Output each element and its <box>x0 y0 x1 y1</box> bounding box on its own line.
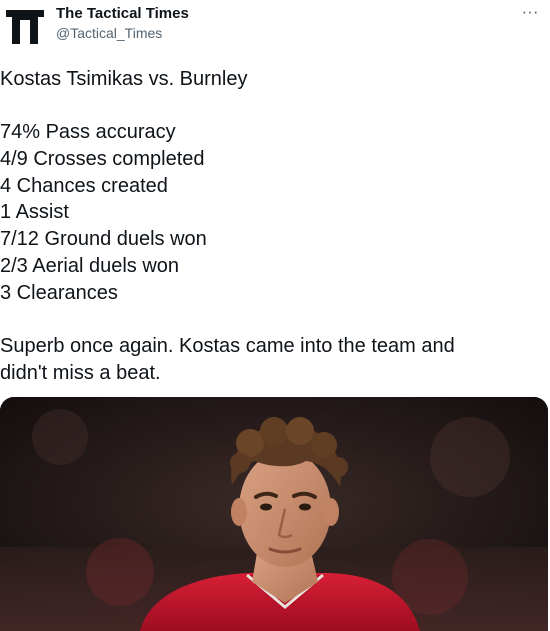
tweet-text: Kostas Tsimikas vs. Burnley 74% Pass acc… <box>0 66 548 386</box>
tweet-line-title: Kostas Tsimikas vs. Burnley <box>0 68 248 90</box>
tt-logo-icon[interactable] <box>4 4 46 46</box>
tweet-line-comment: Superb once again. Kostas came into the … <box>0 334 455 357</box>
tweet-line-comment-end: didn't miss a beat. <box>0 361 161 384</box>
tweet-media-photo[interactable] <box>0 397 548 631</box>
stat-aerial-duels: 2/3 Aerial duels won <box>0 254 180 277</box>
stat-clearances: 3 Clearances <box>0 281 118 304</box>
stat-ground-duels: 7/12 Ground duels won <box>0 228 207 251</box>
stat-crosses: 4/9 Crosses completed <box>0 148 205 171</box>
player-photo <box>0 397 548 631</box>
tweet-header: The Tactical Times @Tactical_Times ··· <box>0 0 550 50</box>
account-display-name[interactable]: The Tactical Times <box>56 5 189 22</box>
stat-pass-accuracy: 74% Pass accuracy <box>0 121 176 144</box>
stat-assist: 1 Assist <box>0 201 69 224</box>
stat-chances: 4 Chances created <box>0 174 168 197</box>
account-handle[interactable]: @Tactical_Times <box>56 25 162 41</box>
more-horizontal-icon[interactable]: ··· <box>518 2 542 22</box>
